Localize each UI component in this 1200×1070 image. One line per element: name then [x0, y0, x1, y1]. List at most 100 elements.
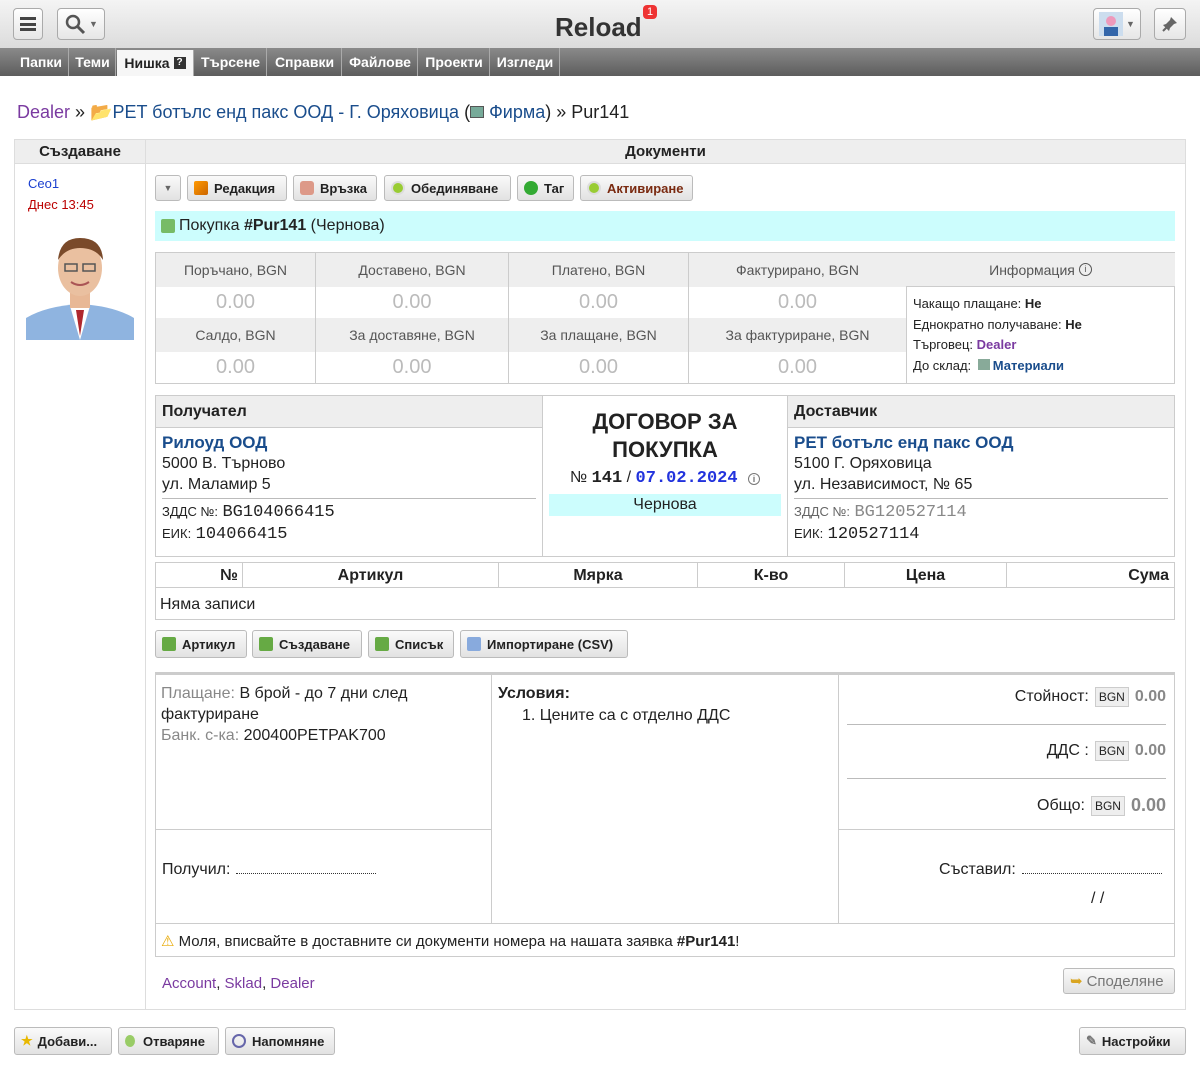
share-button[interactable]: ➥ Споделяне [1063, 968, 1175, 994]
dealer-link[interactable]: Dealer [977, 337, 1017, 352]
contract-title-line2: ПОКУПКА [612, 437, 718, 462]
received-label: Получил: [162, 861, 231, 878]
tab-projects[interactable]: Проекти [419, 48, 490, 76]
warning-box: ⚠ Моля, вписвайте в доставните си докуме… [155, 923, 1175, 957]
warehouse-link[interactable]: Материали [993, 358, 1064, 373]
menu-button[interactable] [13, 8, 43, 40]
divider [847, 778, 1166, 779]
share-icon: ➥ [1070, 973, 1083, 990]
info-icon[interactable]: i [748, 473, 761, 485]
currency-tag: BGN [1094, 741, 1129, 761]
vat-row: ДДС : BGN 0.00 [1047, 741, 1166, 761]
reminder-label: Напомняне [252, 1033, 325, 1049]
divider [847, 724, 1166, 725]
tag-button[interactable]: Таг [517, 175, 574, 201]
tab-topics[interactable]: Теми [70, 48, 116, 76]
compiled-label: Съставил: [939, 861, 1016, 878]
open-label: Отваряне [143, 1033, 205, 1049]
supplier-name[interactable]: PET ботълс енд пакс ООД [794, 432, 1168, 453]
to-deliver-label: За доставяне, BGN [316, 318, 509, 352]
pin-button[interactable] [1154, 8, 1186, 40]
invoiced-value: 0.00 [689, 287, 907, 318]
tab-bar: Папки Теми Нишка? Търсене Справки Файлов… [0, 48, 1200, 76]
supplier-header: Доставчик [788, 396, 1174, 428]
supplier-box: Доставчик PET ботълс енд пакс ООД 5100 Г… [787, 395, 1175, 557]
pin-icon [1162, 17, 1177, 32]
col-no: № [156, 563, 243, 588]
help-icon[interactable]: ? [173, 57, 186, 69]
compiled-box: Съставил: / / [839, 830, 1174, 924]
balance-value: 0.00 [156, 352, 316, 383]
payment-box: Плащане: В брой - до 7 дни след фактурир… [156, 675, 492, 830]
tab-files[interactable]: Файлове [343, 48, 418, 76]
link-button[interactable]: Връзка [293, 175, 377, 201]
vat-value: 0.00 [1134, 742, 1166, 759]
tab-views[interactable]: Изгледи [491, 48, 560, 76]
star-icon: ★ [21, 1033, 33, 1048]
tab-folders[interactable]: Папки [14, 48, 69, 76]
condition-item: 1. Цените са с отделно ДДС [522, 707, 731, 724]
add-article-button[interactable]: Артикул [155, 630, 247, 658]
edit-button[interactable]: Редакция [187, 175, 287, 201]
tab-search[interactable]: Търсене [195, 48, 267, 76]
notification-badge[interactable]: 1 [643, 5, 658, 19]
folder-icon: 📂 [90, 102, 113, 122]
list-button[interactable]: Списък [368, 630, 454, 658]
reminder-button[interactable]: Напомняне [225, 1027, 335, 1055]
supplier-vat: BG120527114 [854, 503, 967, 522]
breadcrumb-doc: Pur141 [571, 102, 630, 122]
more-actions-button[interactable]: ▼ [155, 175, 181, 201]
shared-user[interactable]: Account [162, 975, 216, 992]
info-icon[interactable]: i [1078, 263, 1092, 276]
col-price: Цена [845, 563, 1007, 588]
contract-separator: / [626, 469, 632, 486]
merge-button[interactable]: Обединяване [384, 175, 511, 201]
doc-status: (Чернова) [310, 217, 385, 234]
col-qty: К-во [698, 563, 845, 588]
tab-thread[interactable]: Нишка? [117, 50, 194, 76]
basket-icon [162, 637, 176, 651]
supplier-street: ул. Независимост, № 65 [794, 476, 973, 493]
to-invoice-label: За фактуриране, BGN [689, 318, 907, 352]
clock-icon [232, 1034, 246, 1048]
user-menu-button[interactable]: ▼ [1093, 8, 1141, 40]
settings-button[interactable]: ✎ Настройки [1079, 1027, 1186, 1055]
signature-line [1021, 860, 1162, 874]
receiver-name[interactable]: Рилоуд ООД [162, 432, 536, 453]
invoiced-label: Фактурирано, BGN [689, 253, 907, 287]
link-icon [300, 181, 314, 195]
create-item-label: Създаване [279, 636, 350, 652]
amounts-panel: Поръчано, BGN Доставено, BGN Платено, BG… [155, 252, 1175, 384]
breadcrumb-company-type[interactable]: Фирма [489, 102, 545, 122]
open-button[interactable]: Отваряне [118, 1027, 219, 1055]
import-csv-button[interactable]: Импортиране (CSV) [460, 630, 628, 658]
tab-reports[interactable]: Справки [268, 48, 342, 76]
vat-label: ЗДДС №: [794, 504, 851, 519]
creation-time: Днес 13:45 [28, 197, 94, 212]
app-title: Reload [555, 12, 642, 42]
contract-date: 07.02.2024 [635, 469, 738, 488]
total-label: Стойност: [1014, 688, 1089, 705]
shared-user[interactable]: Sklad [225, 975, 263, 992]
chevron-down-icon: ▼ [163, 183, 173, 193]
create-item-button[interactable]: Създаване [252, 630, 362, 658]
bank-label: Банк. с-ка: [161, 727, 240, 744]
import-csv-label: Импортиране (CSV) [487, 636, 614, 652]
vat-label: ЗДДС №: [162, 504, 219, 519]
delivered-value: 0.00 [316, 287, 509, 318]
shared-user[interactable]: Dealer [270, 975, 314, 992]
breadcrumb-company[interactable]: PET ботълс енд пакс ООД - Г. Оряховица [113, 102, 460, 122]
total-value-row: Стойност: BGN 0.00 [1015, 687, 1166, 707]
activate-button[interactable]: Активиране [580, 175, 693, 201]
breadcrumb-user[interactable]: Dealer [17, 102, 70, 122]
totals-box: Стойност: BGN 0.00 ДДС : BGN 0.00 Общо: BGN 0.… [839, 675, 1174, 830]
search-button[interactable]: ▼ [57, 8, 105, 40]
creation-column: Създаване Ceo1 Днес 13:45 [15, 140, 146, 1009]
list-label: Списък [395, 636, 444, 652]
creator-user[interactable]: Ceo1 [28, 176, 59, 191]
document-title: Покупка #Pur141 (Чернова) [155, 211, 1175, 241]
info-key: Еднократно получаване: [913, 317, 1062, 332]
to-invoice-value: 0.00 [689, 352, 907, 383]
check-icon [391, 181, 405, 195]
add-button[interactable]: ★ Добави... [14, 1027, 112, 1055]
